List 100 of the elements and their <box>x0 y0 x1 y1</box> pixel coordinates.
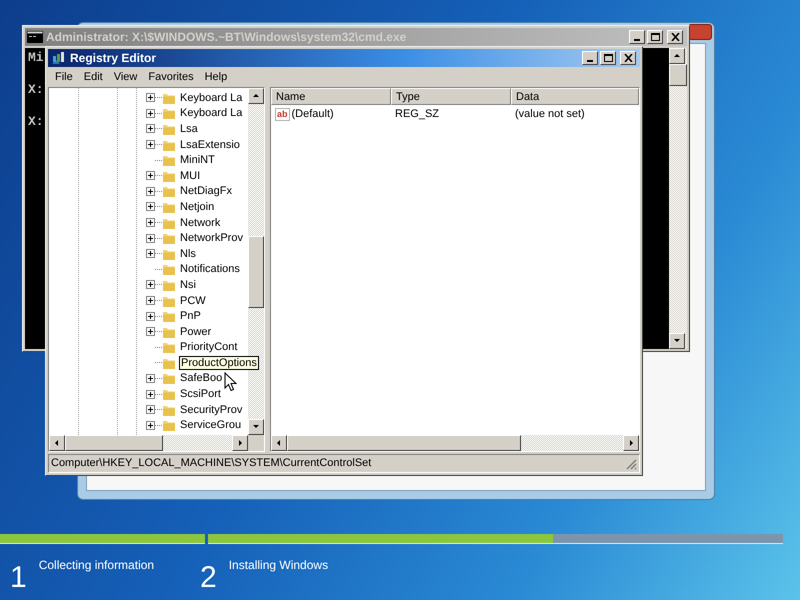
arrow-right-icon <box>627 439 635 447</box>
maximize-icon <box>604 54 612 62</box>
plus-icon <box>148 110 153 116</box>
tree-item[interactable]: Netjoin <box>179 200 216 214</box>
tree-item[interactable]: Lsa <box>179 122 199 136</box>
table-cell-text: REG_SZ <box>394 106 440 122</box>
console-line: X: <box>28 114 44 130</box>
tree-item[interactable]: Nsi <box>179 278 197 292</box>
minimize-button[interactable] <box>629 30 645 44</box>
folder-icon <box>162 387 176 402</box>
expand-button[interactable] <box>146 218 155 228</box>
scroll-right-button[interactable] <box>232 435 248 451</box>
maximize-button[interactable] <box>600 51 616 65</box>
expand-button[interactable] <box>146 327 155 336</box>
scroll-down-button[interactable] <box>248 419 264 435</box>
column-header[interactable]: Type <box>391 88 511 105</box>
expand-button[interactable] <box>146 202 155 212</box>
window-title: Registry Editor <box>70 50 158 67</box>
scroll-right-button[interactable] <box>623 435 639 451</box>
scroll-up-button[interactable] <box>669 48 685 64</box>
scroll-thumb[interactable] <box>287 435 521 451</box>
tree-item[interactable]: NetworkProv <box>179 231 244 246</box>
expand-button[interactable] <box>146 405 155 414</box>
tree-item[interactable]: NetDiagFx <box>179 184 233 198</box>
menu-item[interactable]: Favorites <box>143 68 199 86</box>
column-header[interactable]: Name <box>271 88 391 105</box>
tree-item[interactable]: Nls <box>179 246 197 261</box>
tree-item[interactable]: SecurityProv <box>179 402 244 417</box>
plus-icon <box>148 126 153 132</box>
arrow-right-icon <box>236 439 244 447</box>
window-title: Administrator: X:\$WINDOWS.~BT\Windows\system32\cmd.exe <box>46 29 408 46</box>
expand-button[interactable] <box>146 124 155 134</box>
tree-item-tooltip[interactable]: ProductOptions <box>179 356 259 370</box>
step-number: 2 <box>200 560 217 596</box>
tree-item[interactable]: ServiceGrou <box>179 418 242 432</box>
close-icon <box>670 33 680 41</box>
plus-icon <box>148 204 153 210</box>
status-text: Computer\HKEY_LOCAL_MACHINE\SYSTEM\CurrentControlSet <box>51 456 372 472</box>
maximize-button[interactable] <box>647 30 663 44</box>
scroll-down-button[interactable] <box>669 333 685 349</box>
scroll-thumb[interactable] <box>669 64 687 86</box>
expand-button[interactable] <box>146 312 155 321</box>
plus-icon <box>148 282 153 288</box>
expand-button[interactable] <box>146 93 155 102</box>
registry-icon <box>50 50 66 66</box>
scroll-left-button[interactable] <box>49 435 65 451</box>
folder-icon <box>162 184 176 198</box>
folder-icon <box>162 371 176 386</box>
scroll-thumb[interactable] <box>248 236 264 308</box>
horizontal-scrollbar[interactable] <box>271 435 639 451</box>
tree-item[interactable]: SafeBoo <box>179 371 224 386</box>
arrow-up-icon <box>673 52 681 60</box>
expand-button[interactable] <box>146 249 155 258</box>
column-header[interactable]: Data <box>511 88 639 105</box>
plus-icon <box>148 251 153 256</box>
tree-item[interactable]: Keyboard La <box>179 106 244 120</box>
menu-item[interactable]: View <box>108 68 142 86</box>
tree-item[interactable]: MUI <box>179 168 202 183</box>
expand-button[interactable] <box>146 296 155 306</box>
tree-item[interactable]: PriorityCont <box>179 340 238 354</box>
folder-icon <box>162 153 176 168</box>
expand-button[interactable] <box>146 390 155 399</box>
menu-item[interactable]: File <box>50 68 78 86</box>
scroll-thumb[interactable] <box>65 435 163 451</box>
expand-button[interactable] <box>146 234 155 243</box>
folder-icon <box>162 309 176 324</box>
scroll-up-button[interactable] <box>248 88 264 104</box>
expand-button[interactable] <box>146 186 155 196</box>
tree-item[interactable]: Keyboard La <box>179 90 244 105</box>
folder-icon <box>162 231 176 246</box>
scrollbar-corner <box>248 435 264 451</box>
plus-icon <box>148 329 153 334</box>
arrow-left-icon <box>275 439 283 447</box>
expand-button[interactable] <box>146 420 155 430</box>
minimize-button[interactable] <box>582 51 598 65</box>
expand-button[interactable] <box>146 374 155 383</box>
console-icon <box>27 31 43 43</box>
tree-item[interactable]: Power <box>179 324 212 339</box>
folder-icon <box>162 418 176 432</box>
tree-item[interactable]: PnP <box>179 309 202 324</box>
expand-button[interactable] <box>146 140 155 150</box>
tree-item[interactable]: MiniNT <box>179 153 216 168</box>
plus-icon <box>148 142 153 148</box>
expand-button[interactable] <box>146 108 155 118</box>
tree-item[interactable]: ScsiPort <box>179 387 222 402</box>
scroll-left-button[interactable] <box>271 435 287 451</box>
close-button[interactable] <box>688 24 712 40</box>
tree-item[interactable]: Network <box>179 216 222 230</box>
tree-item[interactable]: Notifications <box>179 262 241 276</box>
vertical-scrollbar[interactable] <box>669 48 687 349</box>
menu-item[interactable]: Help <box>200 68 232 86</box>
plus-icon <box>148 298 153 304</box>
expand-button[interactable] <box>146 171 155 180</box>
tree-item[interactable]: PCW <box>179 294 207 308</box>
plus-icon <box>148 95 153 100</box>
menu-item[interactable]: Edit <box>78 68 108 86</box>
expand-button[interactable] <box>146 280 155 290</box>
tree-item[interactable]: LsaExtensio <box>179 138 241 152</box>
horizontal-scrollbar[interactable] <box>49 435 264 451</box>
step-label: Collecting information <box>38 557 154 574</box>
